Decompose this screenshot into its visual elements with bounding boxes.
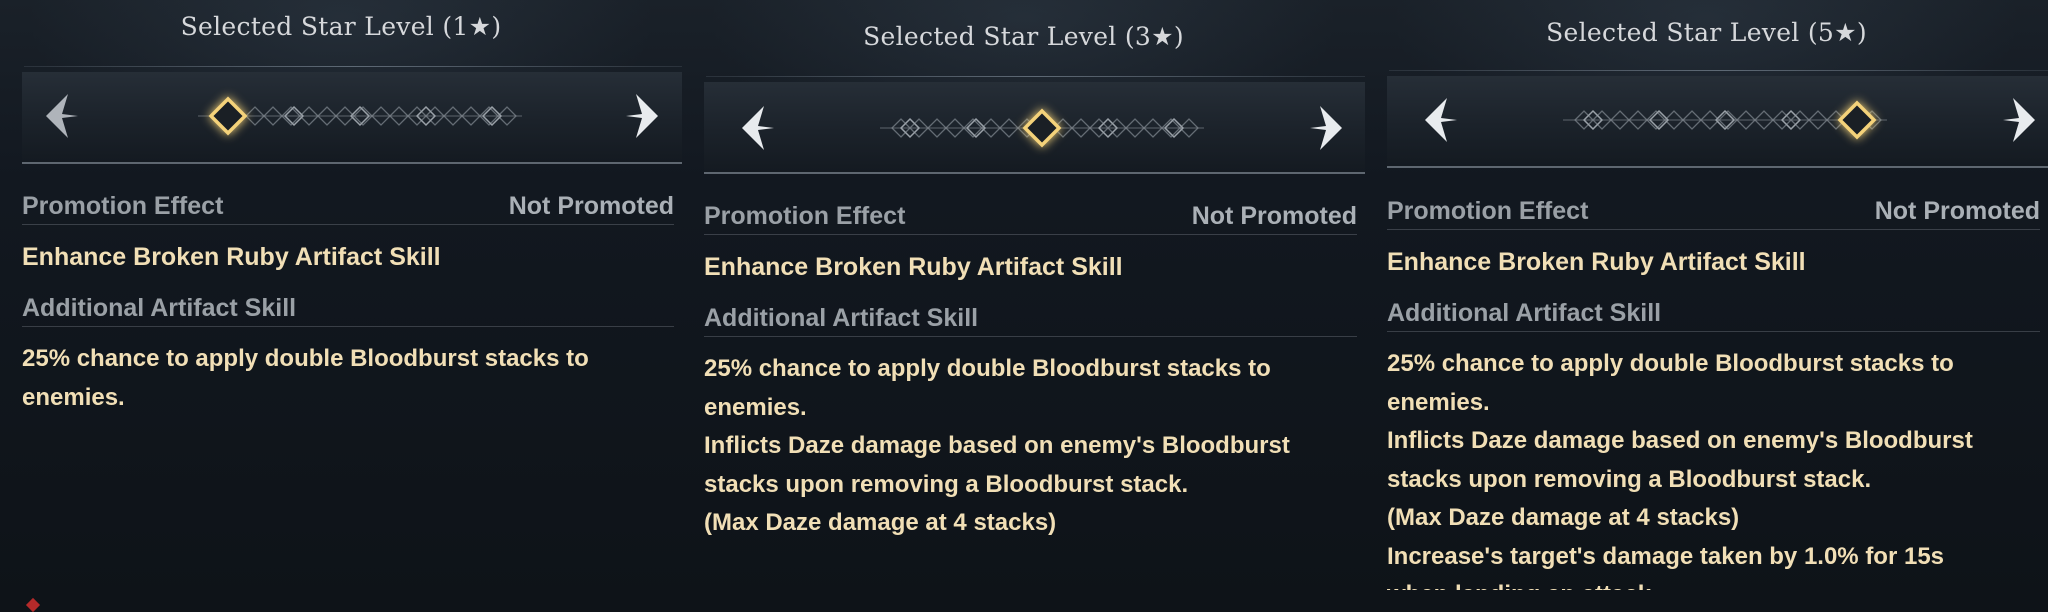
star-track-graphic [880,108,1204,148]
description-line: 25% chance to apply double Bloodburst st… [22,345,589,372]
star-selector [1387,76,2048,168]
promotion-row: Promotion Effect Not Promoted [22,188,674,225]
selected-star-slot[interactable] [1837,100,1877,140]
description-line: (Max Daze damage at 4 stacks) [704,509,1057,536]
chevron-left-icon [1425,98,1457,142]
skill-name: Enhance Broken Ruby Artifact Skill [1387,248,1806,276]
description-line: Inflicts Daze damage based on enemy's Bl… [1387,427,1973,454]
next-star-button[interactable] [1304,98,1350,158]
description-line: enemies. [704,393,807,421]
skill-description: 25% chance to apply double Bloodburst st… [704,350,1357,543]
promotion-row: Promotion Effect Not Promoted [704,198,1357,235]
star-selector [704,82,1365,174]
selected-star-slot[interactable] [208,96,248,136]
description-line: (Max Daze damage at 4 stacks) [1387,504,1740,531]
skill-description: 25% chance to apply double Bloodburst st… [1387,345,2040,590]
star-track-graphic [1563,100,1887,140]
description-line: Increase's target's damage taken by 1.0%… [1387,542,1945,570]
promotion-status: Not Promoted [508,191,674,220]
next-star-button[interactable] [1997,90,2043,150]
description-line: 25% chance to apply double Bloodburst st… [1387,350,1954,377]
title-divider [706,76,1365,77]
star-track [198,86,522,146]
prev-star-button[interactable] [38,86,84,146]
prev-star-button[interactable] [1417,90,1463,150]
promotion-effect-label: Promotion Effect [704,201,906,230]
promotion-status: Not Promoted [1191,201,1357,230]
description-line: enemies. [22,383,125,411]
description-line: enemies. [1387,388,1490,416]
star-track-graphic [198,96,522,136]
description-line: when landing an attack. [1387,576,2040,590]
promotion-row: Promotion Effect Not Promoted [1387,193,2040,230]
star-level-panel-3: Selected Star Level (3★) Promotion Effec… [682,0,1365,610]
next-star-button[interactable] [620,86,666,146]
star-level-panel-5: Selected Star Level (5★) Promotion Effec… [1365,0,2048,610]
panel-title: Selected Star Level (1★) [180,12,502,41]
additional-skill-label: Additional Artifact Skill [22,293,297,322]
promotion-effect-label: Promotion Effect [22,191,224,220]
star-selector [22,72,682,164]
chevron-left-icon [742,106,774,150]
panel-title: Selected Star Level (3★) [863,22,1184,51]
promotion-status: Not Promoted [1874,196,2040,225]
description-line: 25% chance to apply double Bloodburst st… [704,355,1271,382]
chevron-right-icon [626,94,658,138]
star-track [880,98,1204,158]
description-line: stacks upon removing a Bloodburst stack. [1387,465,1872,493]
skill-name: Enhance Broken Ruby Artifact Skill [22,243,441,271]
title-divider [24,66,682,67]
description-line: stacks upon removing a Bloodburst stack. [704,470,1189,498]
prev-star-button[interactable] [734,98,780,158]
panel-title: Selected Star Level (5★) [1546,18,1867,47]
promotion-effect-label: Promotion Effect [1387,196,1589,225]
skill-name: Enhance Broken Ruby Artifact Skill [704,253,1123,281]
chevron-right-icon [2003,98,2035,142]
additional-skill-row: Additional Artifact Skill [22,290,674,327]
chevron-left-icon [46,94,78,138]
additional-skill-row: Additional Artifact Skill [704,300,1357,337]
star-track [1563,90,1887,150]
star-level-panel-1: Selected Star Level (1★) Promotion Effec… [0,0,682,610]
selected-star-slot[interactable] [1022,108,1062,148]
additional-skill-row: Additional Artifact Skill [1387,295,2040,332]
skill-description: 25% chance to apply double Bloodburst st… [22,340,674,417]
title-divider [1389,70,2048,71]
additional-skill-label: Additional Artifact Skill [704,303,979,332]
description-line: Inflicts Daze damage based on enemy's Bl… [704,432,1290,459]
additional-skill-label: Additional Artifact Skill [1387,298,1662,327]
chevron-right-icon [1310,106,1342,150]
